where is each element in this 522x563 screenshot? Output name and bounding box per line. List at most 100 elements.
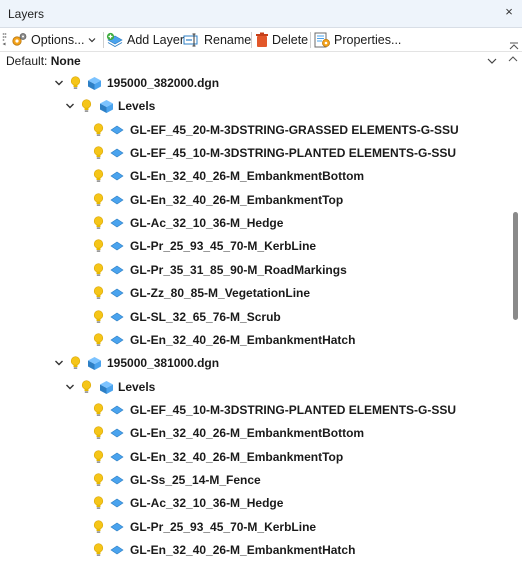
level-icon	[110, 265, 124, 275]
level-name-label[interactable]: GL-SL_32_65_76-M_Scrub	[130, 310, 281, 324]
tree-level-node[interactable]: GL-Zz_80_85-M_VegetationLine	[0, 282, 508, 305]
level-name-label[interactable]: GL-En_32_40_26-M_EmbankmentHatch	[130, 333, 355, 347]
delete-button[interactable]: Delete	[255, 30, 308, 50]
level-icon	[110, 195, 124, 205]
lightbulb-icon[interactable]	[81, 379, 92, 394]
lightbulb-icon[interactable]	[93, 403, 104, 417]
level-name-label[interactable]: GL-Ac_32_10_36-M_Hedge	[130, 496, 283, 510]
lightbulb-icon[interactable]	[93, 263, 104, 277]
collapse-up-icon[interactable]	[508, 40, 520, 52]
lightbulb-icon[interactable]	[70, 76, 81, 90]
lightbulb-icon[interactable]	[81, 99, 92, 113]
expand-chevron-icon[interactable]	[65, 101, 75, 111]
toolbar-separator	[103, 32, 104, 48]
tree-level-node[interactable]: GL-En_32_40_26-M_EmbankmentBottom	[0, 165, 508, 188]
properties-label: Properties...	[334, 33, 402, 47]
add-layer-button[interactable]: Add Layer	[106, 30, 184, 50]
levels-group-label[interactable]: Levels	[118, 380, 155, 394]
lightbulb-icon[interactable]	[93, 520, 104, 534]
tree-level-node[interactable]: GL-En_32_40_26-M_EmbankmentHatch	[0, 329, 508, 352]
tree-levels-group-node[interactable]: Levels	[0, 95, 508, 118]
tree-level-node[interactable]: GL-Ss_25_14-M_Fence	[0, 469, 508, 492]
lightbulb-icon[interactable]	[93, 309, 104, 324]
level-name-label[interactable]: GL-EF_45_10-M-3DSTRING-PLANTED ELEMENTS-…	[130, 146, 456, 160]
lightbulb-icon[interactable]	[93, 286, 104, 300]
lightbulb-icon[interactable]	[93, 449, 104, 464]
lightbulb-icon[interactable]	[93, 473, 104, 487]
scroll-up-icon[interactable]	[507, 53, 519, 65]
rename-label: Rename	[204, 33, 252, 47]
rename-icon	[183, 33, 198, 47]
lightbulb-icon[interactable]	[93, 123, 104, 137]
chevron-down-icon	[88, 38, 95, 43]
level-icon	[110, 545, 124, 555]
tree-level-node[interactable]: GL-SL_32_65_76-M_Scrub	[0, 306, 508, 329]
default-layer-value: None	[50, 54, 81, 68]
toolbar-separator	[310, 32, 311, 48]
close-icon[interactable]: ×	[502, 4, 516, 20]
chevron-down-icon[interactable]	[486, 55, 498, 67]
level-name-label[interactable]: GL-En_32_40_26-M_EmbankmentHatch	[130, 543, 355, 557]
level-name-label[interactable]: GL-EF_45_10-M-3DSTRING-PLANTED ELEMENTS-…	[130, 403, 456, 417]
lightbulb-icon[interactable]	[93, 333, 104, 347]
expand-chevron-icon[interactable]	[54, 78, 64, 88]
properties-button[interactable]: Properties...	[314, 30, 401, 50]
tree-level-node[interactable]: GL-Pr_25_93_45_70-M_KerbLine	[0, 235, 508, 258]
level-name-label[interactable]: GL-En_32_40_26-M_EmbankmentBottom	[130, 169, 364, 183]
tree-level-node[interactable]: GL-En_32_40_26-M_EmbankmentTop	[0, 446, 508, 469]
lightbulb-icon[interactable]	[93, 239, 104, 253]
toolbar-grip-icon[interactable]	[2, 32, 7, 46]
level-icon	[110, 522, 124, 532]
level-name-label[interactable]: GL-En_32_40_26-M_EmbankmentBottom	[130, 426, 364, 440]
rename-button[interactable]: Rename	[183, 30, 251, 50]
level-icon	[110, 428, 124, 438]
expand-chevron-icon[interactable]	[65, 382, 75, 392]
panel-titlebar: Layers ×	[0, 0, 522, 28]
file-name-label[interactable]: 195000_382000.dgn	[107, 76, 219, 90]
level-name-label[interactable]: GL-Zz_80_85-M_VegetationLine	[130, 286, 310, 300]
level-icon	[110, 218, 124, 228]
tree-level-node[interactable]: GL-EF_45_10-M-3DSTRING-PLANTED ELEMENTS-…	[0, 142, 508, 165]
lightbulb-icon[interactable]	[93, 426, 104, 440]
properties-icon	[314, 32, 330, 48]
level-name-label[interactable]: GL-EF_45_20-M-3DSTRING-GRASSED ELEMENTS-…	[130, 123, 459, 137]
level-name-label[interactable]: GL-En_32_40_26-M_EmbankmentTop	[130, 450, 343, 464]
tree-level-node[interactable]: GL-EF_45_20-M-3DSTRING-GRASSED ELEMENTS-…	[0, 119, 508, 142]
lightbulb-icon[interactable]	[93, 169, 104, 183]
lightbulb-icon[interactable]	[70, 356, 81, 370]
reference-file-icon	[100, 380, 113, 394]
scrollbar-thumb[interactable]	[513, 212, 518, 320]
level-name-label[interactable]: GL-Pr_25_93_45_70-M_KerbLine	[130, 520, 316, 534]
tree-level-node[interactable]: GL-En_32_40_26-M_EmbankmentTop	[0, 189, 508, 212]
lightbulb-icon[interactable]	[93, 496, 104, 510]
levels-group-label[interactable]: Levels	[118, 99, 155, 113]
tree-level-node[interactable]: GL-Pr_25_93_45_70-M_KerbLine	[0, 516, 508, 539]
tree-file-node[interactable]: 195000_381000.dgn	[0, 352, 508, 375]
default-layer-selector[interactable]: Default: None	[0, 52, 522, 70]
level-name-label[interactable]: GL-Ss_25_14-M_Fence	[130, 473, 261, 487]
level-name-label[interactable]: GL-Ac_32_10_36-M_Hedge	[130, 216, 283, 230]
tree-level-node[interactable]: GL-En_32_40_26-M_EmbankmentHatch	[0, 539, 508, 562]
tree-level-node[interactable]: GL-En_32_40_26-M_EmbankmentBottom	[0, 422, 508, 445]
level-icon	[110, 288, 124, 298]
level-name-label[interactable]: GL-Pr_25_93_45_70-M_KerbLine	[130, 239, 316, 253]
lightbulb-icon[interactable]	[93, 146, 104, 160]
tree-levels-group-node[interactable]: Levels	[0, 376, 508, 399]
add-layer-icon	[106, 32, 123, 48]
level-name-label[interactable]: GL-En_32_40_26-M_EmbankmentTop	[130, 193, 343, 207]
options-button[interactable]: Options...	[10, 30, 96, 50]
level-icon	[110, 475, 124, 485]
lightbulb-icon[interactable]	[93, 193, 104, 207]
expand-chevron-icon[interactable]	[54, 358, 64, 368]
lightbulb-icon[interactable]	[93, 216, 104, 230]
tree-level-node[interactable]: GL-EF_45_10-M-3DSTRING-PLANTED ELEMENTS-…	[0, 399, 508, 422]
level-name-label[interactable]: GL-Pr_35_31_85_90-M_RoadMarkings	[130, 263, 347, 277]
tree-file-node[interactable]: 195000_382000.dgn	[0, 72, 508, 95]
reference-file-icon	[88, 357, 101, 371]
tree-level-node[interactable]: GL-Pr_35_31_85_90-M_RoadMarkings	[0, 259, 508, 282]
tree-level-node[interactable]: GL-Ac_32_10_36-M_Hedge	[0, 212, 508, 235]
lightbulb-icon[interactable]	[93, 543, 104, 557]
reference-file-icon	[100, 100, 113, 114]
tree-level-node[interactable]: GL-Ac_32_10_36-M_Hedge	[0, 492, 508, 515]
file-name-label[interactable]: 195000_381000.dgn	[107, 356, 219, 370]
